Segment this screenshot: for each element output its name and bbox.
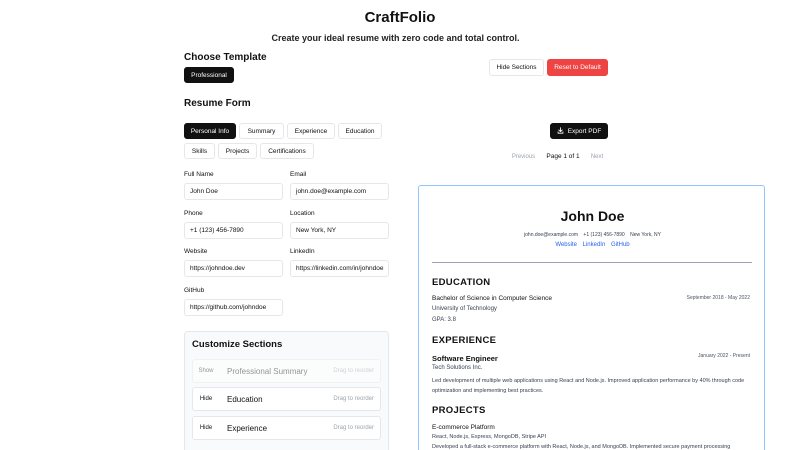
section-name: Experience bbox=[227, 423, 268, 433]
download-icon bbox=[557, 126, 564, 136]
preview-projects-heading: PROJECTS bbox=[432, 405, 486, 416]
location-label: Location bbox=[290, 210, 315, 217]
preview-email: john.doe@example.com bbox=[524, 232, 579, 238]
preview-project-description: Developed a full-stack e-commerce platfo… bbox=[432, 444, 731, 450]
preview-name: John Doe bbox=[560, 208, 625, 224]
location-input[interactable]: New York, NY bbox=[290, 222, 389, 239]
preview-website-link[interactable]: Website bbox=[555, 242, 577, 248]
section-name: Professional Summary bbox=[227, 366, 308, 376]
preview-linkedin-link[interactable]: LinkedIn bbox=[583, 242, 606, 248]
preview-github-link[interactable]: GitHub bbox=[611, 242, 630, 248]
preview-education-dates: September 2018 - May 2022 bbox=[686, 295, 750, 301]
github-label: GitHub bbox=[184, 287, 205, 294]
section-toggle-button[interactable]: Show bbox=[193, 368, 219, 374]
preview-education-gpa: GPA: 3.8 bbox=[432, 317, 456, 323]
preview-project-tech: React, Node.js, Express, MongoDB, Stripe… bbox=[432, 434, 547, 440]
section-row-education[interactable]: Hide Education Drag to reorder bbox=[192, 387, 381, 411]
preview-experience-role: Software Engineer bbox=[432, 354, 498, 363]
tab-projects[interactable]: Projects bbox=[218, 143, 257, 159]
customize-sections-panel: Customize Sections Show Professional Sum… bbox=[184, 331, 389, 450]
preview-education-heading: EDUCATION bbox=[432, 277, 491, 288]
preview-contact: john.doe@example.com +1 (123) 456-7890 N… bbox=[419, 232, 764, 238]
preview-phone: +1 (123) 456-7890 bbox=[583, 232, 625, 238]
page-indicator: Page 1 of 1 bbox=[542, 150, 584, 163]
export-pdf-label: Export PDF bbox=[567, 127, 602, 135]
section-toggle-button[interactable]: Hide bbox=[193, 425, 219, 431]
email-label: Email bbox=[290, 171, 307, 178]
drag-handle[interactable]: Drag to reorder bbox=[333, 368, 380, 374]
website-input[interactable]: https://johndoe.dev bbox=[184, 260, 283, 277]
section-row-professional-summary[interactable]: Show Professional Summary Drag to reorde… bbox=[192, 359, 381, 383]
tab-skills[interactable]: Skills bbox=[184, 143, 215, 159]
preview-experience-heading: EXPERIENCE bbox=[432, 335, 497, 346]
full-name-label: Full Name bbox=[184, 171, 214, 178]
export-pdf-button[interactable]: Export PDF bbox=[550, 123, 608, 139]
app-title: CraftFolio bbox=[364, 9, 436, 26]
linkedin-label: LinkedIn bbox=[290, 248, 315, 255]
preview-experience-dates: January 2022 - Present bbox=[698, 353, 750, 359]
preview-location: New York, NY bbox=[630, 232, 661, 238]
linkedin-input[interactable]: https://linkedin.com/in/johndoe bbox=[290, 260, 389, 277]
choose-template-heading: Choose Template bbox=[184, 52, 267, 63]
phone-input[interactable]: +1 (123) 456-7890 bbox=[184, 222, 283, 239]
email-input[interactable]: john.doe@example.com bbox=[290, 183, 389, 200]
drag-handle[interactable]: Drag to reorder bbox=[333, 425, 380, 431]
tab-education[interactable]: Education bbox=[338, 123, 382, 139]
reset-to-default-button[interactable]: Reset to Default bbox=[547, 59, 608, 76]
preview-education-degree: Bachelor of Science in Computer Science bbox=[432, 295, 552, 302]
next-page-button[interactable]: Next bbox=[586, 150, 608, 163]
preview-project-name: E-commerce Platform bbox=[432, 424, 495, 431]
tab-personal-info[interactable]: Personal Info bbox=[184, 123, 236, 139]
preview-experience-company: Tech Solutions Inc. bbox=[432, 365, 483, 371]
tab-certifications[interactable]: Certifications bbox=[260, 143, 314, 159]
resume-form-heading: Resume Form bbox=[184, 98, 251, 109]
template-professional-button[interactable]: Professional bbox=[184, 67, 234, 83]
full-name-input[interactable]: John Doe bbox=[184, 183, 283, 200]
phone-label: Phone bbox=[184, 210, 203, 217]
section-row-experience[interactable]: Hide Experience Drag to reorder bbox=[192, 416, 381, 440]
tab-experience[interactable]: Experience bbox=[287, 123, 335, 139]
preview-divider bbox=[432, 262, 752, 263]
customize-sections-heading: Customize Sections bbox=[192, 339, 283, 350]
preview-education-school: University of Technology bbox=[432, 306, 497, 312]
hide-sections-button[interactable]: Hide Sections bbox=[489, 59, 544, 76]
github-input[interactable]: https://github.com/johndoe bbox=[184, 299, 283, 316]
preview-experience-description: Led development of multiple web applicat… bbox=[432, 378, 745, 394]
website-label: Website bbox=[184, 248, 208, 255]
drag-handle[interactable]: Drag to reorder bbox=[333, 396, 380, 402]
section-toggle-button[interactable]: Hide bbox=[193, 396, 219, 402]
previous-page-button[interactable]: Previous bbox=[507, 150, 540, 163]
tab-summary[interactable]: Summary bbox=[239, 123, 284, 139]
section-name: Education bbox=[227, 394, 263, 404]
resume-preview: John Doe john.doe@example.com +1 (123) 4… bbox=[418, 185, 765, 450]
preview-links: Website LinkedIn GitHub bbox=[419, 242, 764, 248]
app-subtitle: Create your ideal resume with zero code … bbox=[271, 33, 520, 43]
